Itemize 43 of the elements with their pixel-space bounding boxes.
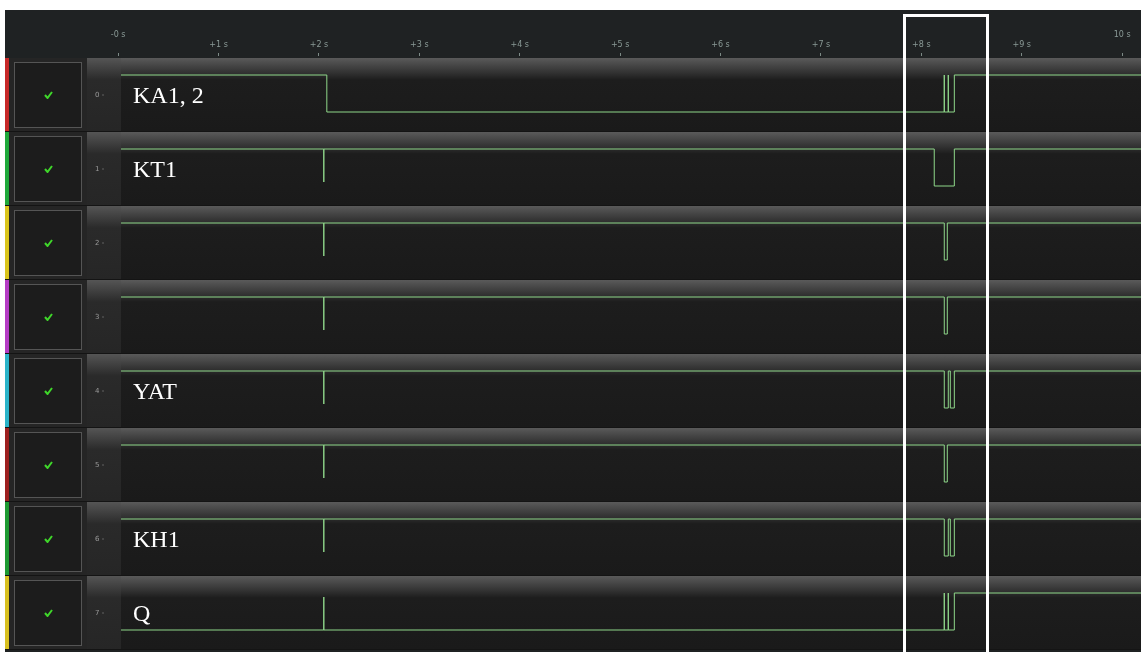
checkmark-icon xyxy=(43,312,53,321)
checkmark-icon xyxy=(43,164,53,173)
time-tick-label: +8 s xyxy=(912,40,931,49)
time-tick-label: +2 s xyxy=(309,40,329,49)
tick-mark xyxy=(820,53,822,56)
time-tick-label: +1 s xyxy=(209,40,228,49)
tick-mark xyxy=(218,53,220,56)
checkmark-icon xyxy=(43,386,53,395)
time-tick-label: +5 s xyxy=(610,40,630,49)
checkmark-icon xyxy=(43,460,53,469)
tick-mark xyxy=(720,53,722,56)
tick-mark xyxy=(1021,53,1023,56)
channel-annotation: YAT xyxy=(133,378,177,405)
time-tick-label: 10 s xyxy=(1113,30,1131,39)
time-tick-label: +4 s xyxy=(510,40,529,49)
checkmark-icon xyxy=(43,238,53,247)
channel-annotation: KT1 xyxy=(133,156,177,183)
channel-checkbox[interactable] xyxy=(14,209,82,276)
channel-checkbox[interactable] xyxy=(14,61,82,128)
checkmark-icon xyxy=(43,534,53,543)
tick-mark xyxy=(318,53,320,56)
tick-mark xyxy=(418,53,420,56)
tick-mark xyxy=(117,53,119,56)
time-tick-label: -0 s xyxy=(110,30,126,39)
tick-mark xyxy=(920,53,922,56)
tick-mark xyxy=(519,53,521,56)
checkmark-icon xyxy=(43,90,53,99)
channel-checkbox[interactable] xyxy=(14,505,82,572)
time-tick-label: +6 s xyxy=(711,40,730,49)
channel-annotation: KH1 xyxy=(133,526,180,553)
channel-checkbox[interactable] xyxy=(14,579,82,646)
channel-checkbox[interactable] xyxy=(14,357,82,424)
time-tick-label: +3 s xyxy=(410,40,429,49)
time-tick-label: +9 s xyxy=(1012,40,1031,49)
time-tick-label: +7 s xyxy=(811,40,831,49)
channel-annotation: Q xyxy=(133,600,151,627)
tick-mark xyxy=(1121,53,1123,56)
channel-annotation: KA1, 2 xyxy=(133,82,204,109)
channel-checkbox[interactable] xyxy=(14,431,82,498)
checkmark-icon xyxy=(43,608,53,617)
channel-checkbox[interactable] xyxy=(14,135,82,202)
tick-mark xyxy=(619,53,621,56)
channel-checkbox[interactable] xyxy=(14,283,82,350)
